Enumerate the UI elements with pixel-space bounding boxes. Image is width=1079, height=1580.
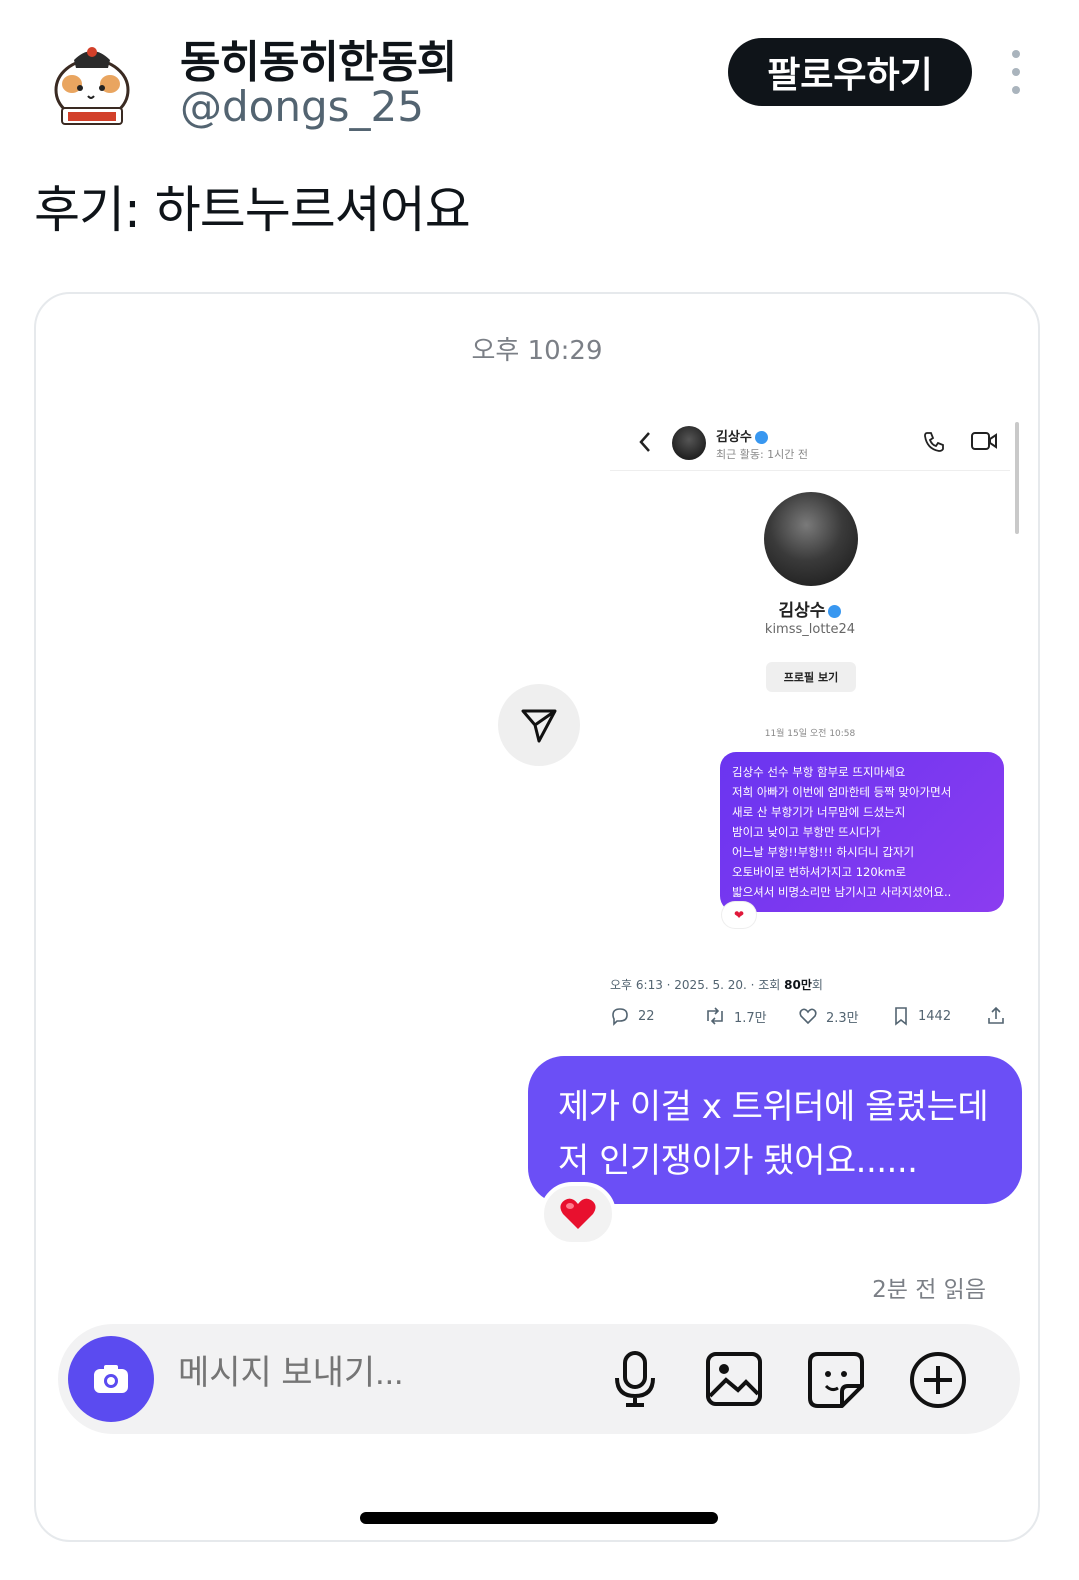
message-line: 제가 이걸 x 트위터에 올렸는데 xyxy=(558,1087,989,1127)
reply-stat: 22 xyxy=(610,1006,655,1026)
message-line: 저희 아빠가 이번에 엄마한테 등짝 맞아가면서 xyxy=(732,785,952,799)
upload-icon xyxy=(988,1006,1004,1024)
message-date: 11월 15일 오전 10:58 xyxy=(764,729,856,739)
share-stat xyxy=(986,1006,1014,1026)
divider xyxy=(610,470,1010,471)
verified-badge-icon xyxy=(754,431,768,444)
video-call-icon xyxy=(971,432,997,450)
user-handle[interactable]: @dongs_25 xyxy=(180,82,424,131)
profile-name: 김상수 xyxy=(610,596,1010,621)
inner-heart-reaction: ❤ xyxy=(722,902,756,928)
view-profile-button: 프로필 보기 xyxy=(766,662,856,692)
profile-handle: kimss_lotte24 xyxy=(764,622,856,637)
back-arrow-icon xyxy=(639,432,650,452)
profile-photo xyxy=(764,492,858,586)
read-receipt: 2분 전 읽음 xyxy=(872,1277,986,1303)
phone-icon xyxy=(924,432,944,452)
message-line: 저 인기쟁이가 됐어요...... xyxy=(558,1141,918,1181)
message-line: 밤이고 낮이고 부항만 뜨시다가 xyxy=(732,825,881,839)
share-button[interactable] xyxy=(498,684,580,766)
contact-avatar xyxy=(672,426,706,460)
display-name[interactable]: 동히동히한동희 xyxy=(180,26,457,90)
bookmark-icon xyxy=(895,1007,907,1026)
contact-name: 김상수 xyxy=(716,426,768,445)
message-line: 김상수 선수 부항 함부로 뜨지마세요 xyxy=(732,765,906,779)
verified-badge-icon xyxy=(828,604,842,618)
camera-button[interactable] xyxy=(68,1336,154,1422)
message-line: 오토바이로 변하셔가지고 120km로 xyxy=(732,865,907,879)
scrollbar xyxy=(1015,422,1019,534)
sticker-icon[interactable] xyxy=(806,1350,866,1410)
camera-icon xyxy=(94,1365,128,1393)
inner-message-bubble: 김상수 선수 부항 함부로 뜨지마세요 저희 아빠가 이번에 엄마한테 등짝 맞… xyxy=(720,752,1004,912)
sent-message-bubble[interactable]: 제가 이걸 x 트위터에 올렸는데 저 인기쟁이가 됐어요...... xyxy=(528,1056,1022,1204)
last-active-status: 최근 활동: 1시간 전 xyxy=(716,448,809,461)
message-line: 새로 산 부항기가 너무맘에 드셨는지 xyxy=(732,805,906,819)
gallery-icon[interactable] xyxy=(704,1350,764,1408)
microphone-icon[interactable] xyxy=(610,1350,660,1408)
embedded-dm-screenshot: 김상수 최근 활동: 1시간 전 김상수 kimss_lotte24 프로필 보… xyxy=(610,412,1024,1052)
more-options-icon[interactable] xyxy=(1002,50,1030,94)
heart-icon xyxy=(560,1198,596,1229)
heart-outline-icon xyxy=(799,1008,817,1025)
bookmark-stat: 1442 xyxy=(892,1006,951,1026)
tweet-stats: 22 1.7만 2.3만 1442 xyxy=(610,1006,1010,1030)
message-composer xyxy=(58,1324,1020,1434)
avatar[interactable] xyxy=(44,38,140,134)
message-input[interactable] xyxy=(178,1354,621,1393)
add-icon[interactable] xyxy=(908,1350,968,1410)
follow-button[interactable]: 팔로우하기 xyxy=(728,38,972,106)
message-line: 어느날 부항!!부항!!! 하시더니 갑자기 xyxy=(732,845,915,859)
tweet-meta: 오후 6:13 · 2025. 5. 20. · 조회 80만회 xyxy=(610,978,823,992)
heart-reaction[interactable] xyxy=(540,1182,616,1246)
chat-timestamp: 오후 10:29 xyxy=(471,336,603,366)
tweet-text: 후기: 하트누르셔어요 xyxy=(34,181,471,239)
send-icon xyxy=(521,709,557,743)
retweet-stat: 1.7만 xyxy=(704,1006,767,1026)
tweet-media-image[interactable]: 오후 10:29 김상수 최근 활동: 1시간 전 김상수 kimss_lott… xyxy=(34,292,1040,1542)
message-line: 밟으셔서 비명소리만 남기시고 사라지셨어요.. xyxy=(732,885,952,899)
like-stat: 2.3만 xyxy=(798,1006,859,1026)
home-indicator xyxy=(360,1512,718,1524)
retweet-icon xyxy=(707,1007,723,1025)
reply-icon xyxy=(612,1008,628,1026)
